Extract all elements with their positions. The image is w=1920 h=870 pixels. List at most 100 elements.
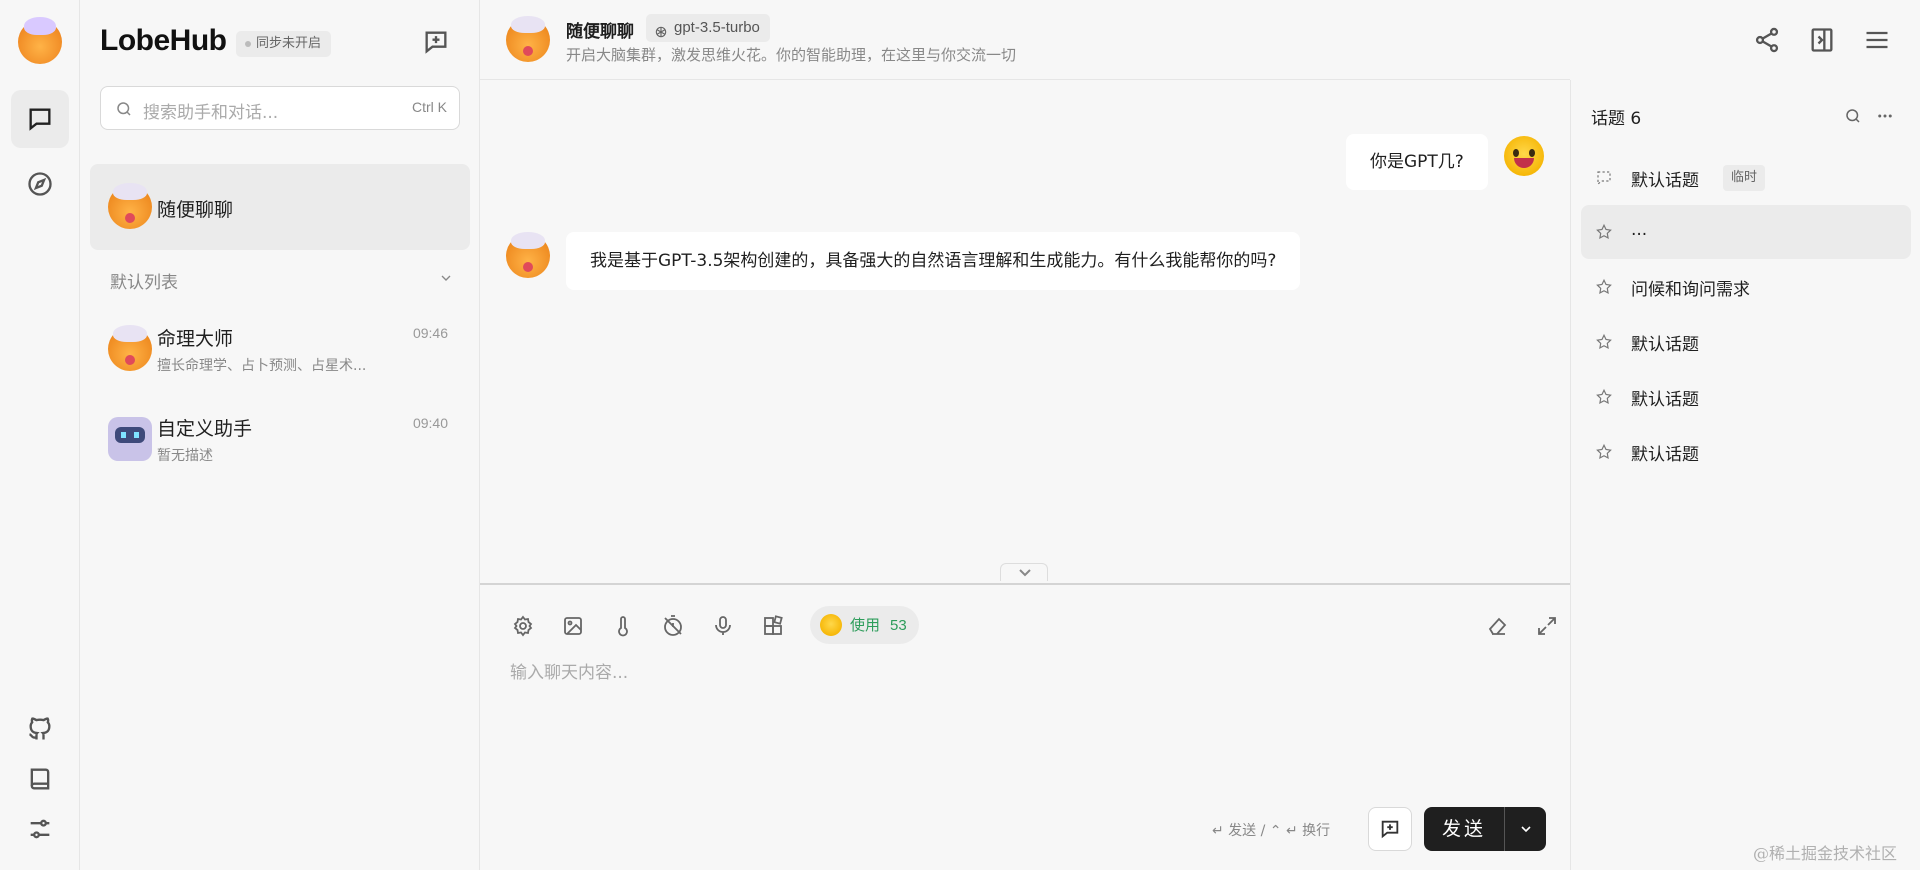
microphone-icon <box>715 616 731 635</box>
expand-icon <box>1538 617 1556 635</box>
chat-agent-avatar[interactable] <box>506 16 550 62</box>
model-tag[interactable]: gpt-3.5-turbo <box>646 14 770 42</box>
topic-search-button[interactable] <box>1839 102 1867 130</box>
assistant-message: 我是基于GPT-3.5架构创建的，具备强大的自然语言理解和生成能力。有什么我能帮… <box>566 232 1301 290</box>
topic-item[interactable]: 默认话题 <box>1581 315 1911 369</box>
token-usage-button[interactable]: 使用 53 <box>810 606 919 644</box>
inbox-avatar <box>108 183 152 229</box>
assistant-message-avatar[interactable] <box>506 232 550 278</box>
sync-status-badge[interactable]: 同步未开启 <box>236 31 332 57</box>
model-settings-button[interactable] <box>506 609 540 643</box>
history-limit-button[interactable] <box>656 609 690 643</box>
usage-avatar <box>820 614 842 636</box>
star-icon[interactable] <box>1595 443 1613 461</box>
timer-off-icon <box>664 615 682 636</box>
user-message: 你是GPT几? <box>1346 134 1488 190</box>
chevron-down-icon <box>441 275 451 281</box>
chat-input-area: 使用 53 输入聊天内容... ↵ 发送 / ⌃ ↵ 换行 发送 <box>480 583 1570 870</box>
star-icon[interactable] <box>1595 278 1613 296</box>
chat-nav-button[interactable] <box>11 90 69 148</box>
topic-item[interactable]: 默认话题 <box>1581 425 1911 479</box>
toggle-topic-panel-button[interactable] <box>1804 22 1840 58</box>
expand-input-button[interactable] <box>1530 609 1564 643</box>
session-time: 09:46 <box>412 325 448 341</box>
model-name: gpt-3.5-turbo <box>674 19 760 36</box>
topic-panel: 话题 6 默认话题 临时 ... 问候和询问需求 默认话题 默认话题 默认话题 <box>1570 80 1920 870</box>
chat-panel: 随便聊聊 gpt-3.5-turbo 开启大脑集群，激发思维火花。你的智能助理，… <box>480 0 1570 870</box>
search-icon <box>1846 109 1860 123</box>
session-avatar <box>108 417 152 461</box>
topic-item[interactable]: 默认话题 临时 <box>1581 151 1911 205</box>
star-icon[interactable] <box>1595 333 1613 351</box>
voice-input-button[interactable] <box>706 609 740 643</box>
chat-title: 随便聊聊 <box>566 22 634 42</box>
input-resize-handle[interactable] <box>1000 563 1048 581</box>
share-icon <box>1755 27 1779 53</box>
more-icon <box>1878 114 1892 118</box>
session-avatar <box>108 325 152 371</box>
plugins-button[interactable] <box>756 609 790 643</box>
blocks-icon <box>764 615 783 635</box>
new-topic-icon <box>1381 820 1399 839</box>
chat-header: 随便聊聊 gpt-3.5-turbo 开启大脑集群，激发思维火花。你的智能助理，… <box>480 0 1570 80</box>
brand-logo: LobeHub <box>100 24 227 57</box>
topic-label: ... <box>1631 220 1648 240</box>
session-description: 暂无描述 <box>157 448 213 464</box>
chevron-down-icon <box>1019 569 1031 577</box>
group-title[interactable]: 默认列表 <box>110 268 178 293</box>
clear-chat-button[interactable] <box>1480 609 1514 643</box>
eraser-icon <box>1488 617 1507 635</box>
send-shortcut-hint: ↵ 发送 / ⌃ ↵ 换行 <box>1212 823 1331 839</box>
user-avatar[interactable] <box>18 17 62 64</box>
star-icon[interactable] <box>1595 223 1613 241</box>
session-title: 自定义助手 <box>157 418 253 440</box>
upload-image-button[interactable] <box>556 609 590 643</box>
thermometer-icon <box>618 616 628 637</box>
session-title: 命理大师 <box>157 328 234 350</box>
chevron-down-icon <box>1520 826 1531 833</box>
menu-icon <box>1866 31 1888 49</box>
session-title: 随便聊聊 <box>157 199 234 221</box>
discover-nav-button[interactable] <box>11 155 69 213</box>
image-icon <box>564 617 582 635</box>
temporary-tag: 临时 <box>1723 165 1766 191</box>
topic-label: 默认话题 <box>1631 171 1699 191</box>
dashed-chat-icon <box>1595 169 1613 187</box>
send-button[interactable]: 发送 <box>1424 807 1504 851</box>
github-icon <box>29 717 51 740</box>
icon-rail <box>0 0 80 870</box>
usage-label: 使用 <box>850 616 881 634</box>
topic-item[interactable]: 问候和询问需求 <box>1581 260 1911 314</box>
gear-icon <box>513 615 533 637</box>
inbox-session[interactable]: 随便聊聊 <box>90 164 470 250</box>
session-sidebar: LobeHub 同步未开启 搜索助手和对话... Ctrl K 随便聊聊 默认列… <box>80 0 480 870</box>
topic-label: 默认话题 <box>1631 445 1699 465</box>
session-item[interactable]: 自定义助手 暂无描述 09:40 <box>90 396 470 482</box>
menu-button[interactable] <box>1859 22 1895 58</box>
temperature-button[interactable] <box>606 609 640 643</box>
session-time: 09:40 <box>412 415 448 431</box>
settings-button[interactable] <box>11 800 69 858</box>
chat-input[interactable]: 输入聊天内容... <box>510 658 628 683</box>
compass-icon <box>28 172 52 196</box>
star-icon[interactable] <box>1595 388 1613 406</box>
session-description: 擅长命理学、占卜预测、占星术... <box>157 358 367 374</box>
topic-item[interactable]: ... <box>1581 205 1911 259</box>
group-collapse-button[interactable] <box>438 270 454 286</box>
chat-description: 开启大脑集群，激发思维火花。你的智能助理，在这里与你交流一切 <box>566 46 1017 64</box>
user-message-avatar[interactable] <box>1504 136 1544 176</box>
topic-item[interactable]: 默认话题 <box>1581 370 1911 424</box>
share-button[interactable] <box>1749 22 1785 58</box>
search-input[interactable]: 搜索助手和对话... Ctrl K <box>100 86 460 130</box>
topics-title: 话题 6 <box>1591 109 1642 129</box>
search-icon <box>115 100 133 118</box>
session-item[interactable]: 命理大师 擅长命理学、占卜预测、占星术... 09:46 <box>90 306 470 392</box>
search-shortcut: Ctrl K <box>412 99 447 115</box>
send-options-button[interactable] <box>1504 807 1546 851</box>
new-session-button[interactable] <box>422 28 454 60</box>
chat-bubble-icon <box>29 108 51 131</box>
topic-more-button[interactable] <box>1871 102 1899 130</box>
topic-label: 默认话题 <box>1631 390 1699 410</box>
new-topic-button[interactable] <box>1368 807 1412 851</box>
topic-label: 问候和询问需求 <box>1631 280 1750 300</box>
